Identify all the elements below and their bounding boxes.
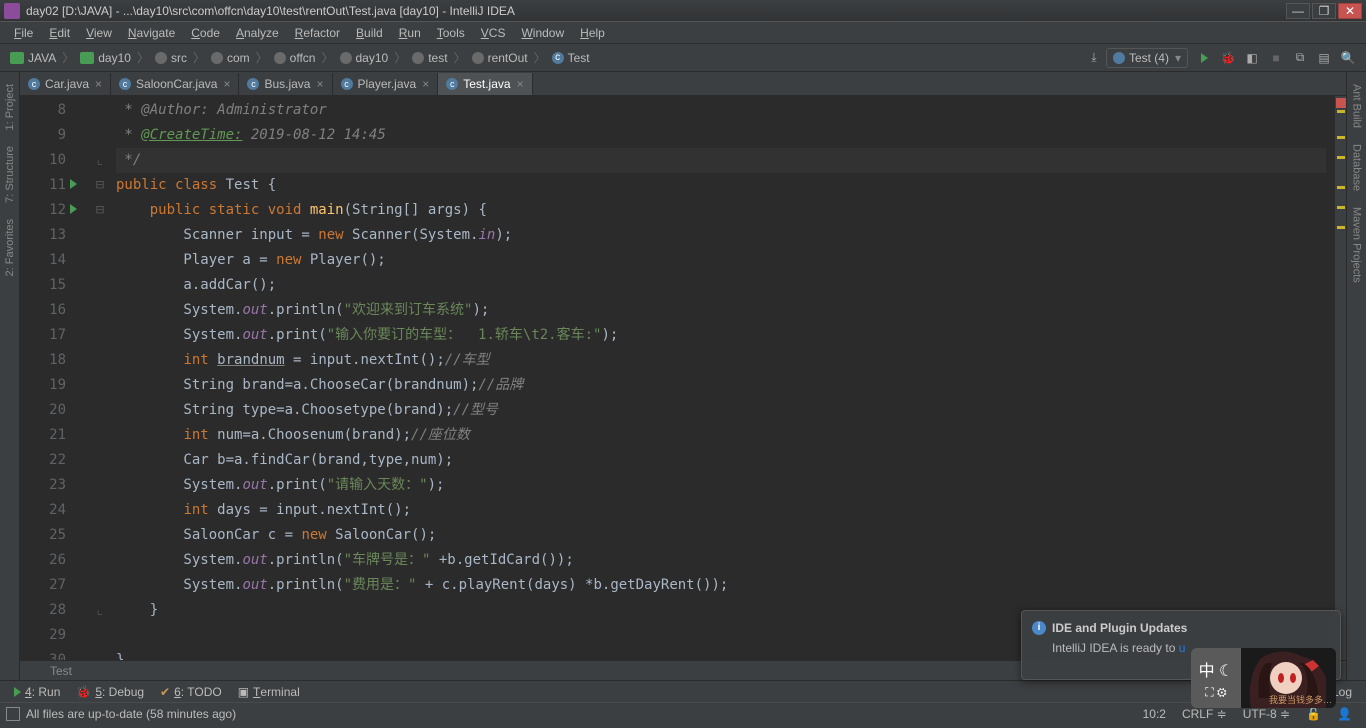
line-separator[interactable]: CRLF ≑ [1174, 707, 1235, 721]
close-icon[interactable]: × [95, 77, 102, 91]
menu-window[interactable]: Window [513, 26, 572, 40]
breadcrumb-item[interactable]: Test [50, 664, 72, 678]
error-stripe[interactable] [1334, 96, 1346, 660]
caret-position[interactable]: 10:2 [1135, 707, 1174, 721]
menubar: FileEditViewNavigateCodeAnalyzeRefactorB… [0, 22, 1366, 44]
left-tool-stripe: 1: Project 7: Structure 2: Favorites [0, 72, 20, 680]
ime-widget[interactable]: 中 ☾ ⛶ ⚙ 我要当钱多多… [1191, 648, 1336, 708]
toolwindow-project[interactable]: 1: Project [4, 84, 16, 130]
menu-tools[interactable]: Tools [429, 26, 473, 40]
ime-avatar: 我要当钱多多… [1241, 648, 1336, 708]
ime-caption: 我要当钱多多… [1269, 693, 1332, 706]
menu-build[interactable]: Build [348, 26, 391, 40]
breadcrumb-day10[interactable]: day10 [336, 51, 393, 65]
toolwindow-mavenprojects[interactable]: Maven Projects [1351, 207, 1363, 283]
breadcrumb-day10[interactable]: day10 [76, 51, 135, 65]
notification-title: IDE and Plugin Updates [1052, 621, 1187, 635]
status-message: All files are up-to-date (58 minutes ago… [26, 707, 236, 721]
coverage-icon[interactable]: ◧ [1243, 49, 1261, 67]
notification-body: IntelliJ IDEA is ready to [1052, 641, 1179, 655]
menu-vcs[interactable]: VCS [473, 26, 514, 40]
menu-help[interactable]: Help [572, 26, 613, 40]
navigation-bar: JAVA〉day10〉src〉com〉offcn〉day10〉test〉rent… [0, 44, 1366, 72]
maximize-button[interactable]: ❐ [1312, 3, 1336, 19]
minimize-button[interactable]: — [1286, 3, 1310, 19]
tab-bus[interactable]: cBus.java× [239, 73, 332, 95]
window-title: day02 [D:\JAVA] - ...\day10\src\com\offc… [26, 4, 515, 18]
toolwindow-database[interactable]: Database [1351, 144, 1363, 191]
toolwindow-todo[interactable]: ✔6: TODO [152, 685, 230, 699]
file-encoding[interactable]: UTF-8 ≑ [1235, 707, 1298, 721]
tool-window-toggle-icon[interactable] [6, 707, 20, 721]
menu-edit[interactable]: Edit [41, 26, 78, 40]
line-numbers: 8910111213141516171819202122232425262728… [20, 96, 70, 660]
search-icon[interactable]: 🔍 [1339, 49, 1357, 67]
tab-player[interactable]: cPlayer.java× [333, 73, 439, 95]
toolwindow-run[interactable]: 4: Run [6, 685, 68, 699]
tab-car[interactable]: cCar.java× [20, 73, 111, 95]
status-bar: All files are up-to-date (58 minutes ago… [0, 702, 1366, 724]
close-button[interactable]: ✕ [1338, 3, 1362, 19]
run-config-selector[interactable]: Test (4) ▾ [1106, 48, 1188, 68]
breadcrumb-offcn[interactable]: offcn [270, 51, 320, 65]
structure-icon[interactable]: ▤ [1315, 49, 1333, 67]
build-icon[interactable]: ⤓ [1085, 49, 1103, 67]
toolwindow-terminal[interactable]: ▣Terminal [230, 685, 308, 699]
toolwindow-antbuild[interactable]: Ant Build [1351, 84, 1363, 128]
menu-navigate[interactable]: Navigate [120, 26, 183, 40]
code-content[interactable]: * @Author: Administrator * @CreateTime: … [108, 96, 1334, 660]
notification-update-link[interactable]: u [1179, 641, 1186, 655]
editor[interactable]: 8910111213141516171819202122232425262728… [20, 96, 1346, 660]
close-icon[interactable]: × [517, 77, 524, 91]
right-tool-stripe: Ant Build Database Maven Projects [1346, 72, 1366, 680]
menu-analyze[interactable]: Analyze [228, 26, 287, 40]
toolwindow-favorites[interactable]: 2: Favorites [4, 219, 16, 276]
toolwindow-structure[interactable]: 7: Structure [4, 146, 16, 203]
vcs-icon[interactable]: ⧉ [1291, 49, 1309, 67]
readonly-toggle-icon[interactable]: 🔓 [1298, 707, 1329, 721]
menu-code[interactable]: Code [183, 26, 228, 40]
tab-salooncar[interactable]: cSaloonCar.java× [111, 73, 239, 95]
breadcrumb-rentout[interactable]: rentOut [468, 51, 532, 65]
bottom-tool-stripe: 4: Run🐞5: Debug✔6: TODO▣Terminal📰 Event … [0, 680, 1366, 702]
titlebar: day02 [D:\JAVA] - ...\day10\src\com\offc… [0, 0, 1366, 22]
app-logo-icon [4, 3, 20, 19]
fold-column[interactable]: ⌞⊟⊟⌞⌞ [92, 96, 108, 660]
inspection-indicator-icon[interactable]: 👤 [1329, 707, 1360, 721]
run-icon[interactable] [1195, 49, 1213, 67]
gutter-icons [70, 96, 92, 660]
menu-refactor[interactable]: Refactor [287, 26, 348, 40]
debug-icon[interactable]: 🐞 [1219, 49, 1237, 67]
menu-run[interactable]: Run [391, 26, 429, 40]
breadcrumb-com[interactable]: com [207, 51, 254, 65]
tab-test[interactable]: cTest.java× [438, 73, 532, 95]
close-icon[interactable]: × [223, 77, 230, 91]
menu-view[interactable]: View [78, 26, 120, 40]
run-config-label: Test (4) [1129, 51, 1169, 65]
close-icon[interactable]: × [316, 77, 323, 91]
menu-file[interactable]: File [6, 26, 41, 40]
editor-tabs: cCar.java×cSaloonCar.java×cBus.java×cPla… [20, 72, 1346, 96]
info-icon: i [1032, 621, 1046, 635]
breadcrumb-java[interactable]: JAVA [6, 51, 60, 65]
stop-icon[interactable]: ■ [1267, 49, 1285, 67]
breadcrumb-test[interactable]: cTest [548, 51, 594, 65]
breadcrumb-test[interactable]: test [408, 51, 451, 65]
breadcrumb-src[interactable]: src [151, 51, 191, 65]
close-icon[interactable]: × [422, 77, 429, 91]
toolwindow-debug[interactable]: 🐞5: Debug [68, 685, 152, 699]
